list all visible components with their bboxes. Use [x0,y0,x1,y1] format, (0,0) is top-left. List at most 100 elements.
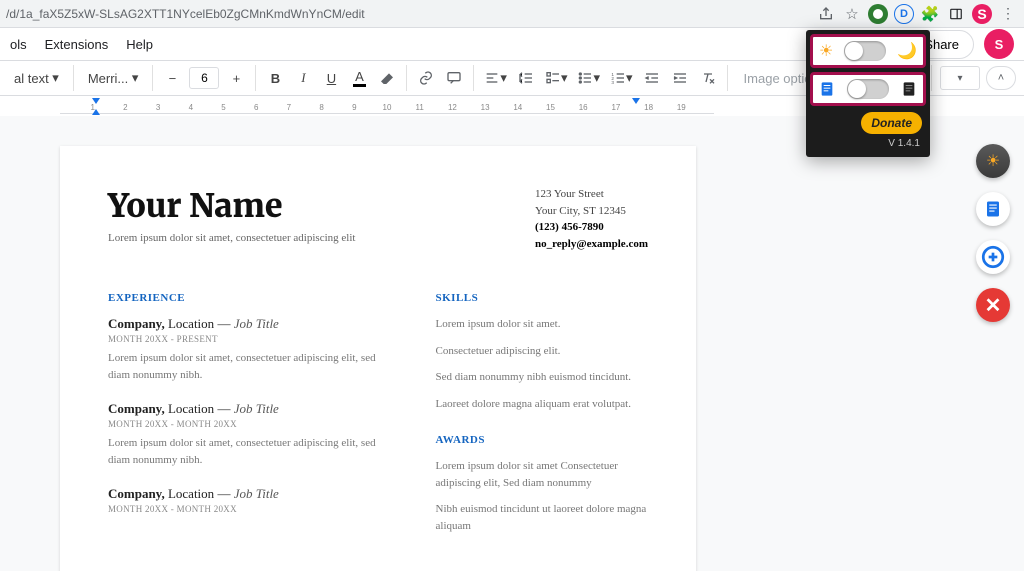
italic-icon[interactable]: I [292,65,314,91]
job-entry[interactable]: Company, Location — Job Title MONTH 20XX… [108,401,396,468]
paragraph-style-dropdown[interactable]: al text ▾ [8,65,65,91]
section-header-awards[interactable]: AWARDS [436,434,649,446]
account-avatar[interactable]: S [984,29,1014,59]
editing-mode-dropdown[interactable]: ▾ [940,66,980,90]
font-family-dropdown[interactable]: Merri... ▾ [82,65,145,91]
ruler-number: 11 [416,103,424,112]
align-dropdown-icon[interactable]: ▾ [482,65,509,91]
dash: — [217,401,230,416]
font-size-input[interactable] [189,67,219,89]
decrease-font-icon[interactable]: − [161,65,183,91]
job-entry[interactable]: Company, Location — Job Title MONTH 20XX… [108,316,396,383]
doctheme-toggle[interactable] [847,79,889,99]
contact-phone[interactable]: (123) 456-7890 [535,219,648,236]
donate-button[interactable]: Donate [861,112,922,134]
side-panel-icon[interactable] [946,4,966,24]
extension-version: V 1.4.1 [810,136,926,153]
separator [473,65,474,91]
rail-doc-button[interactable] [976,192,1010,226]
rail-sun-button[interactable]: ☀ [976,144,1010,178]
job-location[interactable]: Location [168,316,214,331]
job-company[interactable]: Company, [108,316,165,331]
line-spacing-icon[interactable] [515,65,537,91]
job-body[interactable]: Lorem ipsum dolor sit amet, consectetuer… [108,435,396,468]
doc-dark-icon [901,80,917,98]
job-entry[interactable]: Company, Location — Job Title MONTH 20XX… [108,486,396,514]
skill-item[interactable]: Consectetuer adipiscing elit. [436,343,649,360]
extension-popup: ☀ 🌙 Donate V 1.4.1 [806,30,930,157]
checklist-icon[interactable]: ▾ [543,65,570,91]
clear-formatting-icon[interactable] [697,65,719,91]
decrease-indent-icon[interactable] [641,65,663,91]
job-title[interactable]: Job Title [234,316,279,331]
bulleted-list-icon[interactable]: ▾ [575,65,602,91]
section-header-skills[interactable]: SKILLS [436,292,649,304]
job-dates[interactable]: MONTH 20XX - PRESENT [108,334,396,344]
extension-icon-2[interactable]: D [894,4,914,24]
sun-icon: ☀ [819,41,833,61]
increase-font-icon[interactable]: + [225,65,247,91]
separator [152,65,153,91]
ruler-number: 1 [90,103,94,112]
skill-item[interactable]: Lorem ipsum dolor sit amet. [436,316,649,333]
browser-toolbar: /d/1a_faX5Z5xW-SLsAG2XTT1NYcelEb0ZgCMnKm… [0,0,1024,28]
skill-item[interactable]: Sed diam nonummy nibh euismod tincidunt. [436,369,649,386]
job-company[interactable]: Company, [108,401,165,416]
ruler-number: 7 [287,103,291,112]
svg-text:3: 3 [611,80,614,85]
ruler-number: 4 [189,103,193,112]
job-dates[interactable]: MONTH 20XX - MONTH 20XX [108,504,396,514]
menu-help[interactable]: Help [126,37,153,52]
increase-indent-icon[interactable] [669,65,691,91]
chrome-menu-icon[interactable]: ⋮ [998,4,1018,24]
award-item[interactable]: Lorem ipsum dolor sit amet Consectetuer … [436,458,649,491]
job-title[interactable]: Job Title [234,486,279,501]
ruler-number: 2 [123,103,127,112]
numbered-list-icon[interactable]: 123▾ [608,65,635,91]
profile-avatar[interactable]: S [972,4,992,24]
ruler-number: 19 [677,103,686,112]
job-location[interactable]: Location [168,486,214,501]
ruler-number: 15 [546,103,555,112]
job-company[interactable]: Company, [108,486,165,501]
share-page-icon[interactable] [816,4,836,24]
underline-icon[interactable]: U [320,65,342,91]
text-color-icon[interactable]: A [348,65,370,91]
contact-street[interactable]: 123 Your Street [535,186,648,203]
separator [931,65,932,91]
document-canvas: Your Name Lorem ipsum dolor sit amet, co… [0,116,1024,571]
job-dates[interactable]: MONTH 20XX - MONTH 20XX [108,419,396,429]
skill-item[interactable]: Laoreet dolore magna aliquam erat volutp… [436,396,649,413]
dash: — [217,316,230,331]
contact-email[interactable]: no_reply@example.com [535,236,648,253]
extensions-puzzle-icon[interactable]: 🧩 [920,4,940,24]
insert-comment-icon[interactable] [443,65,465,91]
contact-city[interactable]: Your City, ST 12345 [535,203,648,220]
dash: — [217,486,230,501]
rail-add-button[interactable] [976,240,1010,274]
document-page[interactable]: Your Name Lorem ipsum dolor sit amet, co… [60,146,696,571]
ruler-number: 3 [156,103,160,112]
contact-block[interactable]: 123 Your Street Your City, ST 12345 (123… [535,186,648,252]
bold-icon[interactable]: B [264,65,286,91]
resume-tagline[interactable]: Lorem ipsum dolor sit amet, consectetuer… [108,232,355,244]
doc-light-icon [819,80,835,98]
darkmode-toggle[interactable] [844,41,886,61]
menu-extensions[interactable]: Extensions [45,37,109,52]
award-item[interactable]: Nibh euismod tincidunt ut laoreet dolore… [436,501,649,534]
menu-tools[interactable]: ols [10,37,27,52]
bookmark-star-icon[interactable]: ☆ [842,4,862,24]
insert-link-icon[interactable] [415,65,437,91]
hide-menus-icon[interactable]: ˄ [986,66,1016,90]
job-location[interactable]: Location [168,401,214,416]
job-body[interactable]: Lorem ipsum dolor sit amet, consectetuer… [108,350,396,383]
floating-rail: ☀ ✕ [976,144,1010,322]
section-header-experience[interactable]: EXPERIENCE [108,292,396,304]
extension-icon-1[interactable] [868,4,888,24]
job-title[interactable]: Job Title [234,401,279,416]
right-indent-marker[interactable] [632,98,640,104]
resume-name[interactable]: Your Name [108,186,355,226]
address-bar[interactable]: /d/1a_faX5Z5xW-SLsAG2XTT1NYcelEb0ZgCMnKm… [6,7,810,21]
rail-close-button[interactable]: ✕ [976,288,1010,322]
highlight-icon[interactable] [376,65,398,91]
